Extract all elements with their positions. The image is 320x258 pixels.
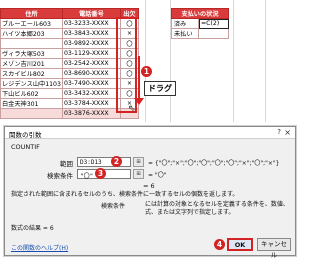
summary-row: 済み =C(2) (171, 18, 229, 29)
cell-tel[interactable]: 03-3784-XXXX (61, 98, 121, 109)
range-input[interactable]: D3:D13 (77, 157, 131, 167)
gridline (265, 0, 266, 122)
cell-tel[interactable]: 03-2542-XXXX (61, 58, 121, 69)
dialog-titlebar: 関数の引数 ? × (5, 127, 295, 139)
cell-name[interactable]: 下山ビル602 (0, 88, 63, 99)
cell-name[interactable]: ヴィラ大塚503 (0, 48, 63, 59)
cell-name[interactable]: 白金天神301 (0, 98, 63, 109)
close-icon[interactable]: × (284, 128, 291, 137)
header-tel[interactable]: 電話番号 (61, 8, 121, 19)
summary-value[interactable] (198, 28, 229, 39)
formula-result: 数式の結果 = 6 (11, 225, 54, 232)
cell-name[interactable]: ハイツ本郷203 (0, 28, 63, 39)
criteria-collapse-button[interactable]: ⊞ (133, 169, 144, 179)
summary-label[interactable]: 未払い (171, 28, 199, 39)
cell-tel[interactable]: 03-3843-XXXX (61, 28, 121, 39)
summary-row: 未払い (171, 28, 229, 39)
cell-name[interactable]: スカイビル802 (0, 68, 63, 79)
summary-header[interactable]: 支払いの状況 (171, 8, 229, 19)
step-badge-2: 2 (111, 156, 122, 167)
cell-name[interactable]: ブルーエール603 (0, 18, 63, 29)
arg-label-range: 範囲 (60, 160, 73, 168)
step-badge-4: 4 (214, 239, 225, 250)
summary-table: 支払いの状況 済み =C(2) 未払い (171, 8, 229, 39)
function-help-link[interactable]: この関数のヘルプ(H) (11, 243, 68, 252)
arg-label-criteria: 検索条件 (47, 172, 73, 180)
cell-tel[interactable]: 03-7490-XXXX (61, 78, 121, 89)
criteria-result: = "〇" (148, 172, 167, 179)
arg-row-range: 範囲 D3:D13 2 ⊞ = {"〇";"×";"〇";"〇";"〇";"〇"… (35, 156, 290, 168)
arg-row-criteria: 検索条件 "〇" 3 ⊞ = "〇" (35, 168, 290, 180)
cell-name[interactable] (0, 38, 63, 49)
cell-tel[interactable]: 03-1129-XXXX (61, 48, 121, 59)
argument-description: には計算の対象となるセルを定義する条件を、数値、式、または文字列で指定します。 (145, 201, 289, 216)
spreadsheet: 住所 電話番号 出欠 ブルーエール603 03-3233-XXXX 〇 ハイツ本… (0, 0, 300, 122)
step-badge-1: 1 (141, 66, 152, 77)
range-result: = {"〇";"×";"〇";"〇";"〇";"〇";"×";"〇";"×"} (148, 160, 280, 167)
step-badge-3: 3 (95, 168, 106, 179)
cancel-button[interactable]: キャンセル (257, 238, 291, 258)
cell-name[interactable]: メゾン吉川201 (0, 58, 63, 69)
cell-name[interactable] (0, 108, 63, 119)
drag-arrow (138, 56, 140, 100)
mouse-cursor-icon: ⇖ (128, 104, 136, 114)
cell-tel[interactable]: 03-3233-XXXX (61, 18, 121, 29)
drag-label: ドラグ (144, 81, 176, 96)
cell-tel[interactable]: 03-3876-XXXX (61, 108, 121, 119)
cell-tel[interactable]: 03-8690-XXXX (61, 68, 121, 79)
cell-tel[interactable]: 03-9892-XXXX (61, 38, 121, 49)
function-name: COUNTIF (11, 143, 40, 151)
range-collapse-button[interactable]: ⊞ (133, 157, 144, 167)
header-name[interactable]: 住所 (0, 8, 63, 19)
dialog-title: 関数の引数 (9, 131, 42, 139)
summary-label[interactable]: 済み (171, 18, 199, 29)
function-result-preview: = 6 (143, 182, 155, 190)
cell-tel[interactable]: 03-3432-XXXX (61, 88, 121, 99)
gridline (233, 0, 234, 122)
function-arguments-dialog: 関数の引数 ? × COUNTIF 範囲 D3:D13 2 ⊞ = {"〇";"… (4, 126, 296, 258)
function-description: 指定された範囲に含まれるセルのうち、検索条件に一致するセルの個数を返します。 (11, 191, 239, 198)
summary-selected-cell[interactable]: =C(2) (198, 18, 229, 29)
help-icon[interactable]: ? (277, 128, 281, 136)
summary-header-row: 支払いの状況 (171, 8, 229, 19)
cell-name[interactable]: レジデンス山中1103 (0, 78, 63, 89)
gridline (145, 0, 146, 122)
argument-description-label: 検索条件 (101, 203, 126, 210)
ok-button[interactable]: OK (227, 238, 253, 251)
